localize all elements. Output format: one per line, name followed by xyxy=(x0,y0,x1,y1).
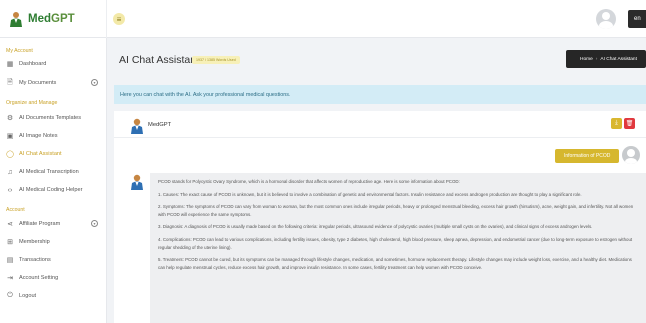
gift-icon: ⊞ xyxy=(7,239,13,246)
login-icon: ⇥ xyxy=(7,275,13,282)
sidebar-item-membership[interactable]: ⊞ Membership xyxy=(6,236,104,248)
sidebar-item-label: AI Medical Transcription xyxy=(19,169,79,175)
user-avatar[interactable] xyxy=(596,9,616,29)
user-message-avatar xyxy=(622,146,640,164)
sidebar-item-label: Transactions xyxy=(19,257,51,263)
sidebar-item-affiliate-program[interactable]: ⋖ Affiliate Program ▾ xyxy=(6,218,104,230)
top-header: MedGPT ≡ en xyxy=(0,0,646,38)
sidebar-section-my-account: My Account xyxy=(6,48,33,54)
user-message-bubble: Information of PCOD xyxy=(555,149,620,163)
sidebar-item-logout[interactable]: ⏻ Logout xyxy=(6,290,104,302)
answer-paragraph: 2. Symptoms: The symptoms of PCOD can va… xyxy=(158,204,634,217)
sidebar-item-label: My Documents xyxy=(19,80,57,86)
sidebar-item-label: AI Image Notes xyxy=(19,133,58,139)
headphones-icon: ♫ xyxy=(7,168,13,176)
sidebar-item-ai-documents-templates[interactable]: ⚙ AI Documents Templates xyxy=(6,112,104,124)
breadcrumb-home-link[interactable]: Home xyxy=(580,57,593,62)
sidebar-item-label: Logout xyxy=(19,293,37,299)
menu-toggle-button[interactable]: ≡ xyxy=(113,13,125,25)
brand-logo[interactable]: MedGPT xyxy=(0,0,107,38)
chat-header: MedGPT ⤓ 🗑 xyxy=(114,111,646,138)
words-used-badge: 1937 / 1385 Words Used xyxy=(192,56,240,64)
sidebar-item-ai-image-notes[interactable]: ▣ AI Image Notes xyxy=(6,130,104,142)
answer-paragraph: 5. Treatment: PCOD cannot be cured, but … xyxy=(158,257,632,270)
receipt-icon: ▤ xyxy=(6,257,14,264)
sidebar-item-ai-chat-assistant[interactable]: ◯ AI Chat Assistant xyxy=(6,148,104,160)
doctor-bot-icon xyxy=(131,118,143,134)
sidebar-item-label: AI Medical Coding Helper xyxy=(19,187,83,193)
download-button[interactable]: ⤓ xyxy=(611,118,622,129)
answer-paragraph: PCOD stands for Polycystic Ovary Syndrom… xyxy=(158,179,460,184)
sidebar-section-organize: Organize and Manage xyxy=(6,100,58,106)
sidebar-item-label: AI Documents Templates xyxy=(19,115,82,121)
bot-answer-bubble: PCOD stands for Polycystic Ovary Syndrom… xyxy=(150,173,646,323)
sidebar-section-account: Account xyxy=(6,207,25,213)
breadcrumb: Home › AI Chat Assistant xyxy=(566,50,646,68)
breadcrumb-separator: › xyxy=(595,56,598,62)
hamburger-icon: ≡ xyxy=(116,14,122,24)
doctor-logo-icon xyxy=(10,12,22,27)
grid-icon: ▦ xyxy=(6,61,14,68)
chevron-down-icon: ▾ xyxy=(91,79,98,86)
answer-paragraph: 3. Diagnosis: A diagnosis of PCOD is usu… xyxy=(158,224,593,230)
chat-icon: ◯ xyxy=(6,151,14,158)
sidebar-item-label: Membership xyxy=(19,239,50,245)
language-button[interactable]: en xyxy=(628,10,646,28)
breadcrumb-current: AI Chat Assistant xyxy=(600,56,637,62)
share-icon: ⋖ xyxy=(7,221,13,228)
chevron-down-icon: ▾ xyxy=(91,220,98,227)
sidebar-item-label: Affiliate Program xyxy=(19,221,61,227)
sidebar-item-dashboard[interactable]: ▦ Dashboard xyxy=(6,58,104,70)
code-icon: ‹› xyxy=(7,186,13,194)
sidebar-item-label: AI Chat Assistant xyxy=(19,151,62,157)
sidebar-item-label: Account Setting xyxy=(19,275,59,281)
bot-name: MedGPT xyxy=(148,122,172,128)
sidebar: My Account ▦ Dashboard 🗎 My Documents ▾ Or… xyxy=(0,38,107,323)
power-icon: ⏻ xyxy=(7,292,13,299)
sidebar-item-transactions[interactable]: ▤ Transactions xyxy=(6,254,104,266)
sidebar-item-label: Dashboard xyxy=(19,61,47,67)
answer-paragraph: 1. Causes: The exact cause of PCOD is un… xyxy=(158,191,582,197)
download-icon: ⤓ xyxy=(615,120,618,126)
doctor-bot-icon xyxy=(131,174,143,190)
trash-icon: 🗑 xyxy=(625,121,634,127)
document-icon: 🗎 xyxy=(7,78,13,86)
image-icon: ▣ xyxy=(6,133,14,140)
chat-panel: MedGPT ⤓ 🗑 Information of PCOD PCOD stan… xyxy=(114,111,646,323)
delete-button[interactable]: 🗑 xyxy=(624,118,635,129)
sidebar-item-ai-medical-transcription[interactable]: ♫ AI Medical Transcription xyxy=(6,166,104,178)
brand-name: MedGPT xyxy=(28,13,75,25)
template-icon: ⚙ xyxy=(6,115,14,122)
sidebar-item-my-documents[interactable]: 🗎 My Documents ▾ xyxy=(6,77,104,89)
sidebar-item-ai-medical-coding-helper[interactable]: ‹› AI Medical Coding Helper xyxy=(6,184,104,196)
answer-paragraph: 4. Complications: PCOD can lead to vario… xyxy=(158,236,633,250)
page-title: AI Chat Assistant xyxy=(119,54,199,66)
sidebar-item-account-setting[interactable]: ⇥ Account Setting xyxy=(6,272,104,284)
info-alert: Here you can chat with the AI. Ask your … xyxy=(114,85,646,104)
